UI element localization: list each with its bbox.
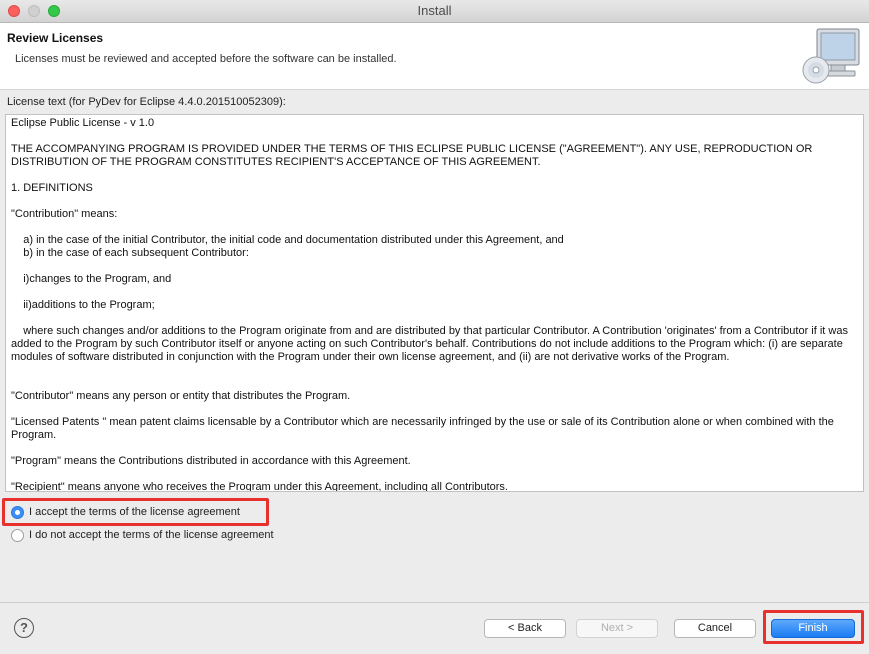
decline-radio-option[interactable]: I do not accept the terms of the license…	[11, 526, 274, 544]
minimize-window-button[interactable]	[28, 5, 40, 17]
license-paragraph: a) in the case of the initial Contributo…	[23, 234, 564, 259]
license-paragraph: THE ACCOMPANYING PROGRAM IS PROVIDED UND…	[11, 143, 816, 168]
license-paragraph: "Licensed Patents " mean patent claims l…	[11, 416, 837, 441]
next-button[interactable]: Next >	[576, 619, 658, 638]
license-paragraph: "Program" means the Contributions distri…	[11, 455, 411, 467]
license-paragraph: where such changes and/or additions to t…	[11, 325, 852, 363]
computer-cd-icon	[802, 28, 860, 84]
license-text-area[interactable]: Eclipse Public License - v 1.0 THE ACCOM…	[5, 114, 864, 492]
cancel-button[interactable]: Cancel	[674, 619, 756, 638]
button-bar-divider	[0, 602, 869, 603]
license-paragraph: "Contribution" means:	[11, 208, 118, 220]
license-paragraph: 1. DEFINITIONS	[11, 182, 93, 194]
title-bar: Install	[0, 0, 869, 23]
accept-radio-button[interactable]	[11, 505, 24, 519]
license-paragraph: "Recipient" means anyone who receives th…	[11, 481, 508, 492]
license-paragraph: Eclipse Public License - v 1.0	[11, 117, 155, 129]
license-paragraph: i)changes to the Program, and	[11, 273, 172, 285]
window-title: Install	[417, 3, 452, 18]
page-description: Licenses must be reviewed and accepted b…	[15, 53, 397, 65]
back-button[interactable]: < Back	[484, 619, 566, 638]
decline-radio-label[interactable]: I do not accept the terms of the license…	[29, 529, 274, 541]
help-icon[interactable]: ?	[14, 618, 34, 638]
license-paragraph: "Contributor" means any person or entity…	[11, 390, 351, 402]
finish-button[interactable]: Finish	[771, 619, 855, 638]
close-window-button[interactable]	[8, 5, 20, 17]
zoom-window-button[interactable]	[48, 5, 60, 17]
install-dialog: Install Review Licenses Licenses must be…	[0, 0, 869, 654]
license-paragraph: ii)additions to the Program;	[11, 299, 155, 311]
page-title: Review Licenses	[7, 31, 104, 45]
license-text-label: License text (for PyDev for Eclipse 4.4.…	[7, 96, 286, 108]
decline-radio-button[interactable]	[11, 528, 24, 542]
accept-radio-option[interactable]: I accept the terms of the license agreem…	[11, 503, 240, 521]
wizard-banner: Review Licenses Licenses must be reviewe…	[0, 23, 869, 90]
accept-radio-label[interactable]: I accept the terms of the license agreem…	[29, 506, 240, 518]
